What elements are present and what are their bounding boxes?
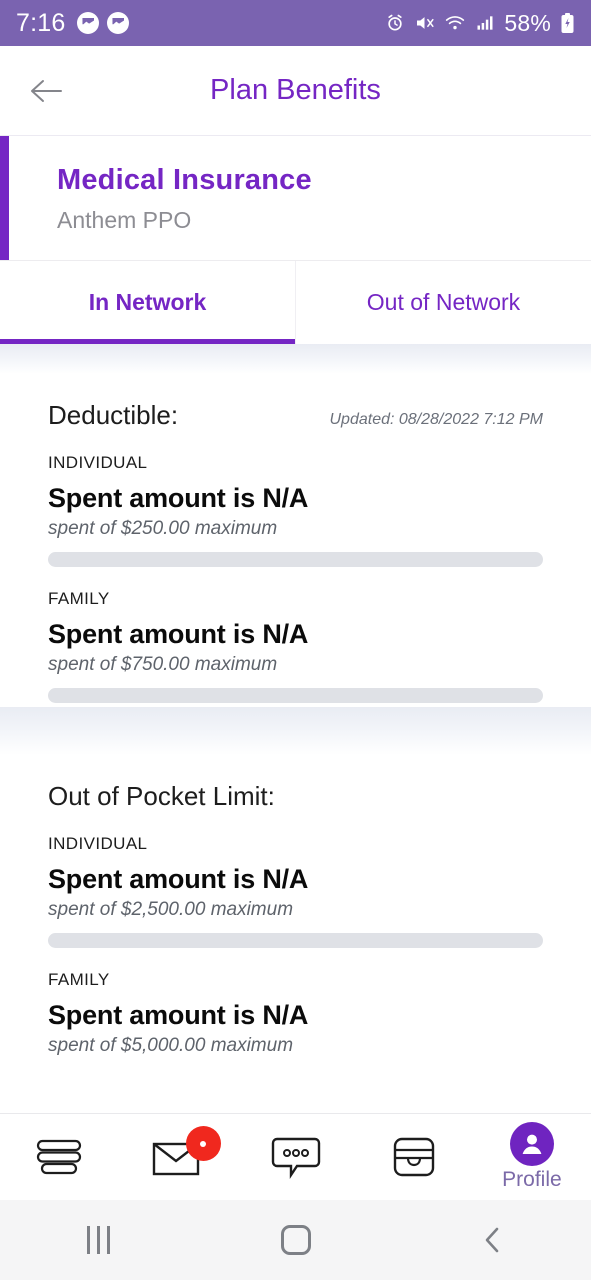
wifi-icon: [446, 16, 465, 30]
benefit-progress-bar: [48, 552, 543, 567]
benefit-row: INDIVIDUAL Spent amount is N/A spent of …: [48, 431, 543, 567]
benefit-spent-value: Spent amount is N/A: [48, 1000, 309, 1030]
back-button[interactable]: [18, 62, 76, 120]
android-navigation-bar: [0, 1200, 591, 1280]
profile-avatar-icon: [509, 1122, 554, 1166]
tab-in-network[interactable]: In Network: [0, 261, 296, 344]
battery-percent-label: 58%: [504, 9, 551, 36]
home-icon: [280, 1225, 311, 1255]
network-tabs: In Network Out of Network: [0, 261, 591, 344]
benefit-maximum-label: spent of $5,000.00 maximum: [48, 1035, 294, 1056]
cellular-signal-icon: [477, 16, 493, 30]
recents-icon: [87, 1226, 110, 1254]
benefit-progress-bar: [48, 688, 543, 703]
messenger-icon: [107, 12, 130, 34]
app-header: Plan Benefits: [0, 46, 591, 136]
nav-item-profile[interactable]: Profile: [473, 1114, 591, 1200]
battery-charging-icon: [561, 13, 574, 33]
benefit-scope-label: INDIVIDUAL: [48, 453, 148, 472]
section-deductible: Deductible: Updated: 08/28/2022 7:12 PM …: [0, 374, 591, 707]
status-bar-notification-icons: [77, 12, 130, 34]
android-home-button[interactable]: [197, 1225, 394, 1255]
mute-icon: [417, 17, 434, 29]
status-bar-system-icons: 58%: [385, 10, 575, 37]
status-bar-time: 7:16: [16, 8, 66, 37]
benefit-scope-label: FAMILY: [48, 589, 110, 608]
android-recents-button[interactable]: [0, 1226, 197, 1254]
section-title: Out of Pocket Limit:: [48, 781, 275, 811]
page-title: Plan Benefits: [210, 74, 381, 106]
phone-screen: 7:16 58% Plan Benefits Medical Insurance…: [0, 0, 591, 1280]
benefit-spent-value: Spent amount is N/A: [48, 483, 309, 513]
benefit-maximum-label: spent of $2,500.00 maximum: [48, 899, 294, 920]
plan-accent-bar: [0, 136, 9, 260]
bottom-navigation-bar: Profile: [0, 1113, 591, 1200]
benefit-row: FAMILY Spent amount is N/A spent of $5,0…: [48, 948, 543, 1057]
section-header: Out of Pocket Limit:: [48, 781, 543, 812]
messenger-icon: [77, 12, 100, 34]
plan-carrier: Anthem PPO: [57, 207, 192, 233]
wallet-card-icon: [393, 1137, 434, 1177]
chat-bubble-icon: [271, 1137, 320, 1179]
back-icon: [485, 1227, 498, 1253]
nav-item-chat[interactable]: [236, 1114, 354, 1200]
person-glyph-icon: [522, 1134, 542, 1154]
benefit-spent-value: Spent amount is N/A: [48, 864, 309, 894]
benefit-spent-value: Spent amount is N/A: [48, 619, 309, 649]
nav-item-messages[interactable]: [118, 1114, 236, 1200]
benefit-progress-bar: [48, 933, 543, 948]
benefit-maximum-label: spent of $750.00 maximum: [48, 654, 278, 675]
nav-item-wallet[interactable]: [355, 1114, 473, 1200]
nav-item-menu[interactable]: [0, 1114, 118, 1200]
benefit-scope-label: INDIVIDUAL: [48, 834, 148, 853]
tab-out-of-network[interactable]: Out of Network: [296, 261, 591, 344]
status-bar: 7:16 58%: [0, 0, 591, 46]
section-gap: [0, 707, 591, 755]
menu-stack-icon: [36, 1139, 82, 1175]
android-back-button[interactable]: [394, 1225, 591, 1255]
alarm-icon: [388, 14, 403, 31]
benefit-row: FAMILY Spent amount is N/A spent of $750…: [48, 567, 543, 703]
nav-item-profile-label: Profile: [502, 1168, 562, 1191]
section-out-of-pocket-limit: Out of Pocket Limit: INDIVIDUAL Spent am…: [0, 755, 591, 1061]
unread-badge: [185, 1126, 221, 1161]
section-title: Deductible:: [48, 400, 179, 430]
benefits-content: Deductible: Updated: 08/28/2022 7:12 PM …: [0, 374, 591, 1061]
back-arrow-icon: [31, 79, 62, 102]
section-gap: [0, 344, 591, 374]
benefit-scope-label: FAMILY: [48, 970, 110, 989]
plan-card: Medical Insurance Anthem PPO: [0, 136, 591, 261]
section-header: Deductible: Updated: 08/28/2022 7:12 PM: [48, 400, 543, 431]
benefit-row: INDIVIDUAL Spent amount is N/A spent of …: [48, 812, 543, 948]
section-updated-timestamp: Updated: 08/28/2022 7:12 PM: [329, 411, 544, 428]
benefit-maximum-label: spent of $250.00 maximum: [48, 518, 278, 539]
plan-name: Medical Insurance: [57, 164, 312, 196]
